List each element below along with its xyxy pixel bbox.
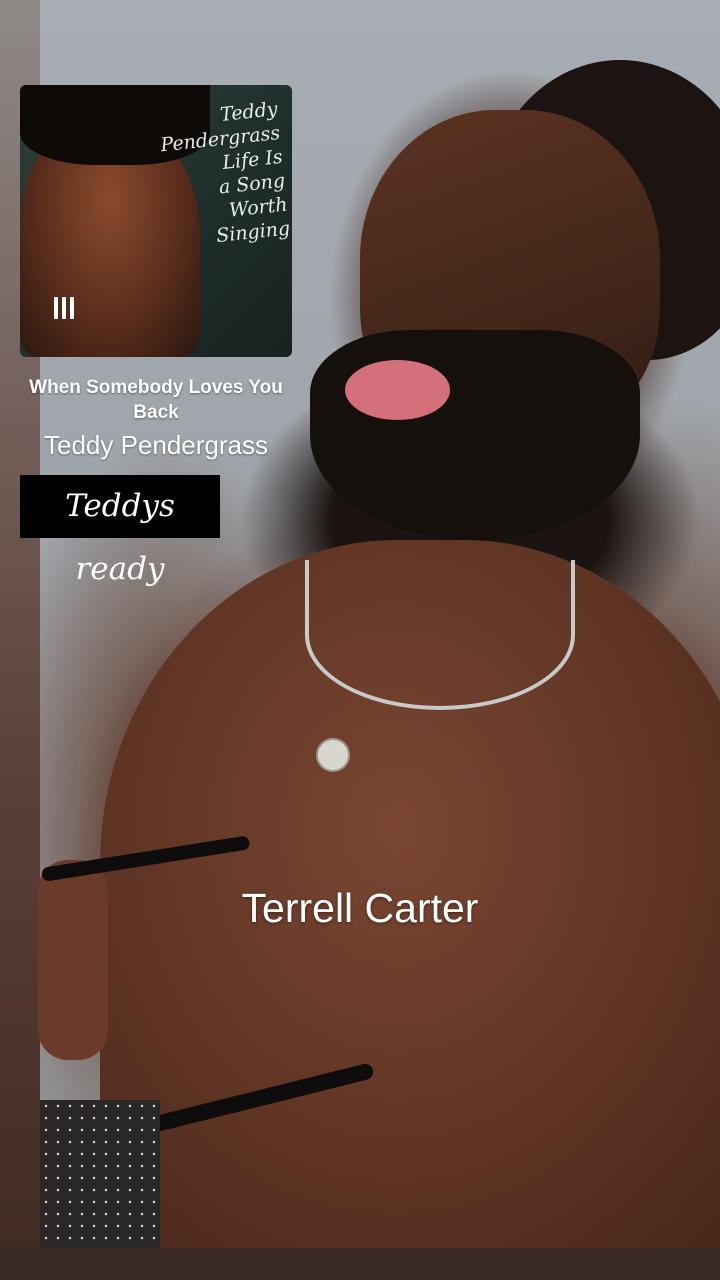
bottom-bar	[0, 1248, 720, 1280]
photo-hand	[38, 860, 108, 1060]
photo-tongue	[345, 360, 450, 420]
pause-icon[interactable]	[54, 297, 80, 319]
patterned-fabric	[40, 1100, 160, 1248]
song-artist: Teddy Pendergrass	[43, 430, 269, 460]
album-art[interactable]: Teddy Pendergrass Life Is a Song Worth S…	[20, 85, 292, 357]
story-viewer[interactable]: Teddy Pendergrass Life Is a Song Worth S…	[0, 0, 720, 1280]
necklace-pendant	[316, 738, 350, 772]
music-sticker[interactable]: Teddy Pendergrass Life Is a Song Worth S…	[20, 85, 292, 462]
photo-beard	[310, 330, 640, 540]
song-title: When Somebody Loves You Back	[29, 377, 283, 423]
necklace-chain	[305, 560, 575, 710]
caption-text-box: Teddys ready	[20, 475, 220, 587]
album-cover-title: Teddy Pendergrass Life Is a Song Worth S…	[157, 97, 291, 253]
name-label: Terrell Carter	[241, 885, 479, 931]
